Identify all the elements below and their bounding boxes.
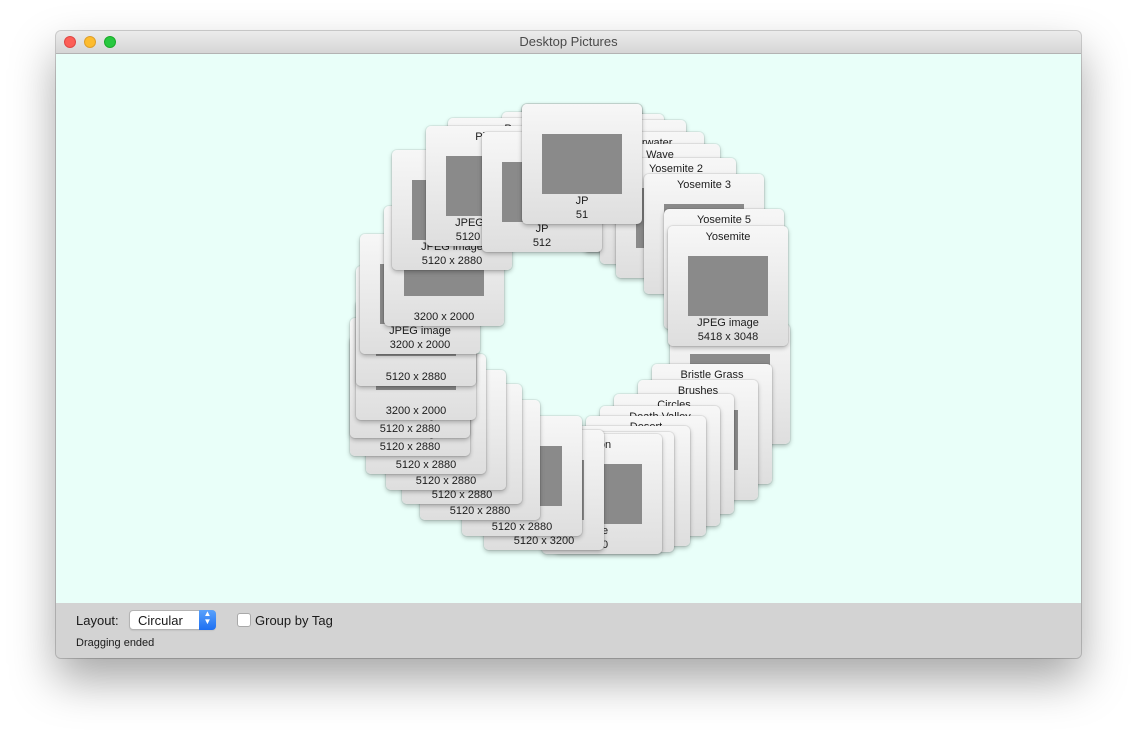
card-kind: JP [535, 223, 549, 235]
card-dimensions: 512 [532, 237, 552, 249]
card-dimensions: 3200 x 2000 [413, 311, 475, 323]
bottom-toolbar: Layout: Circular ▲ ▼ Group by Tag Draggin… [56, 603, 1081, 658]
card-kind: JPEG image [697, 317, 759, 329]
status-text: Dragging ended [76, 637, 155, 649]
card-dimensions: 5120 x 2880 [421, 255, 483, 267]
card-dimensions: 5120 x 2880 [379, 441, 441, 453]
card-thumbnail [688, 256, 768, 316]
card-dimensions: 5120 x 2880 [395, 459, 457, 471]
title-bar[interactable]: Desktop Pictures [56, 31, 1081, 54]
picture-card[interactable]: Yosemite JPEG image 5418 x 3048 [668, 226, 788, 346]
layout-popup-button[interactable]: Circular ▲ ▼ [129, 610, 216, 630]
image-browser-canvas[interactable]: Rolling WavesRPSkySnowUnderwaterWaveYose… [56, 54, 1081, 603]
window-title: Desktop Pictures [519, 34, 618, 49]
card-dimensions: 5120 x 3200 [513, 535, 575, 547]
card-name: Yosemite 3 [676, 179, 732, 191]
card-dimensions: 5120 x 2880 [379, 423, 441, 435]
card-thumbnail [542, 134, 622, 194]
layout-label: Layout: [76, 613, 119, 628]
group-by-tag-label[interactable]: Group by Tag [255, 613, 333, 628]
card-kind: JPEG image [389, 325, 451, 337]
popup-stepper-arrows-icon: ▲ ▼ [199, 610, 216, 630]
picture-card[interactable]: JP 51 [522, 104, 642, 224]
group-by-tag-checkbox[interactable] [237, 613, 251, 627]
card-dimensions: 5120 x 2880 [415, 475, 477, 487]
card-dimensions: 3200 x 2000 [389, 339, 451, 351]
card-dimensions: 3200 x 2000 [385, 405, 447, 417]
card-name: Yosemite [705, 231, 751, 243]
card-dimensions: 5120 x 2880 [385, 371, 447, 383]
card-name: Yosemite 5 [696, 214, 752, 226]
card-dimensions: 5120 x 2880 [491, 521, 553, 533]
card-dimensions: 5418 x 3048 [697, 331, 759, 343]
card-dimensions: 5120 x 2880 [431, 489, 493, 501]
layout-popup-value: Circular [138, 613, 183, 628]
app-window: Desktop Pictures Rolling WavesRPSkySnowU… [56, 31, 1081, 658]
card-dimensions: 5120 x 2880 [449, 505, 511, 517]
card-dimensions: 51 [575, 209, 589, 221]
card-kind: JP [575, 195, 589, 207]
